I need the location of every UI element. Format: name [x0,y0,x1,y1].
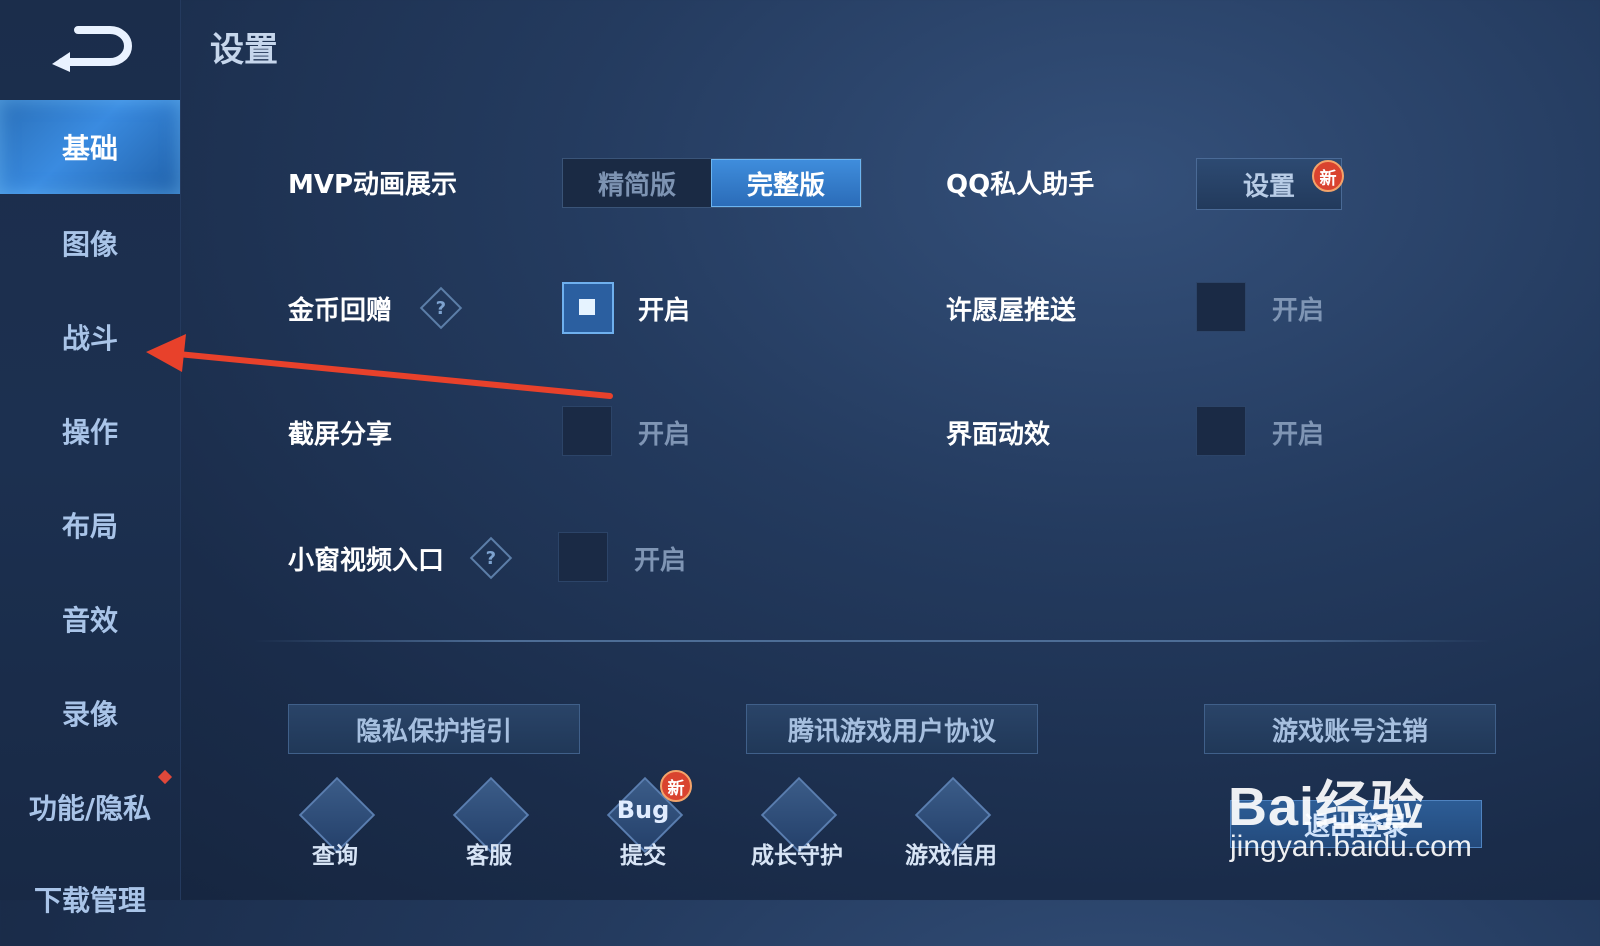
screenshot-share-option-label: 开启 [638,420,691,450]
sidebar: 基础 图像 战斗 操作 布局 音效 录像 功能/隐私 下载管理 [0,0,181,917]
wish-house-push-option-label: 开启 [1272,296,1325,326]
help-glyph: ? [485,547,497,569]
sidebar-item-layout[interactable]: 布局 [0,478,180,572]
wish-house-push-checkbox[interactable] [1196,282,1246,332]
sidebar-item-download[interactable]: 下载管理 [0,852,180,946]
wish-house-push-label: 许愿屋推送 [946,296,1077,326]
tool-label: 查询 [312,843,358,869]
back-arrow-icon[interactable] [48,22,134,72]
sidebar-item-label: 基础 [61,132,118,165]
sidebar-item-label: 战斗 [61,322,118,355]
tool-label: 客服 [466,843,512,869]
qq-assistant-label: QQ私人助手 [946,170,1095,200]
tool-label: 游戏信用 [905,843,997,869]
sidebar-item-label: 功能/隐私 [28,792,152,825]
mvp-option-full[interactable]: 完整版 [711,159,861,207]
sidebar-item-label: 图像 [61,228,118,261]
coin-rebate-option-label: 开启 [638,296,691,326]
new-badge: 新 [660,770,692,802]
screenshot-share-checkbox[interactable] [562,406,612,456]
sidebar-item-label: 音效 [61,604,118,637]
mvp-animation-toggle: 精简版 完整版 [562,158,862,208]
page-title: 设置 [210,30,278,70]
query-tool-button[interactable]: 查询 [280,776,390,880]
annotation-arrow-icon [146,334,613,399]
new-badge: 新 [1312,160,1344,192]
sidebar-item-operation[interactable]: 操作 [0,384,180,478]
mini-window-video-option-label: 开启 [634,546,687,576]
sidebar-item-image[interactable]: 图像 [0,196,180,290]
mini-window-video-label: 小窗视频入口 [288,546,445,576]
privacy-guide-button[interactable]: 隐私保护指引 [288,704,580,754]
section-divider [252,640,1492,642]
mvp-option-simple[interactable]: 精简版 [563,159,711,207]
coin-rebate-checkbox[interactable] [562,282,614,334]
screenshot-share-label: 截屏分享 [288,420,393,450]
user-agreement-button[interactable]: 腾讯游戏用户协议 [746,704,1038,754]
ui-effect-label: 界面动效 [946,420,1051,450]
sidebar-item-label: 录像 [61,698,118,731]
ui-effect-checkbox[interactable] [1196,406,1246,456]
help-icon[interactable]: ? [469,536,513,580]
tool-label: 提交 [620,843,666,869]
help-icon[interactable]: ? [419,286,463,330]
ui-effect-option-label: 开启 [1272,420,1325,450]
coin-rebate-label: 金币回赠 [288,296,393,326]
sidebar-item-battle[interactable]: 战斗 [0,290,180,384]
sidebar-item-label: 下载管理 [33,884,146,917]
sidebar-item-basic[interactable]: 基础 [0,100,180,194]
game-credit-tool-button[interactable]: 游戏信用 [896,776,1006,880]
sidebar-item-replay[interactable]: 录像 [0,666,180,760]
mvp-animation-label: MVP动画展示 [288,170,458,200]
sidebar-item-sound[interactable]: 音效 [0,572,180,666]
sidebar-item-function-privacy[interactable]: 功能/隐私 [0,760,180,854]
tool-label: 成长守护 [751,843,843,869]
sidebar-item-label: 布局 [61,510,118,543]
logout-button[interactable]: 退出登录 [1230,800,1482,848]
help-glyph: ? [435,297,447,319]
growth-guard-tool-button[interactable]: 成长守护 [742,776,852,880]
customer-service-tool-button[interactable]: 客服 [434,776,544,880]
sidebar-item-label: 操作 [61,416,118,449]
cancel-account-button[interactable]: 游戏账号注销 [1204,704,1496,754]
mini-window-video-checkbox[interactable] [558,532,608,582]
